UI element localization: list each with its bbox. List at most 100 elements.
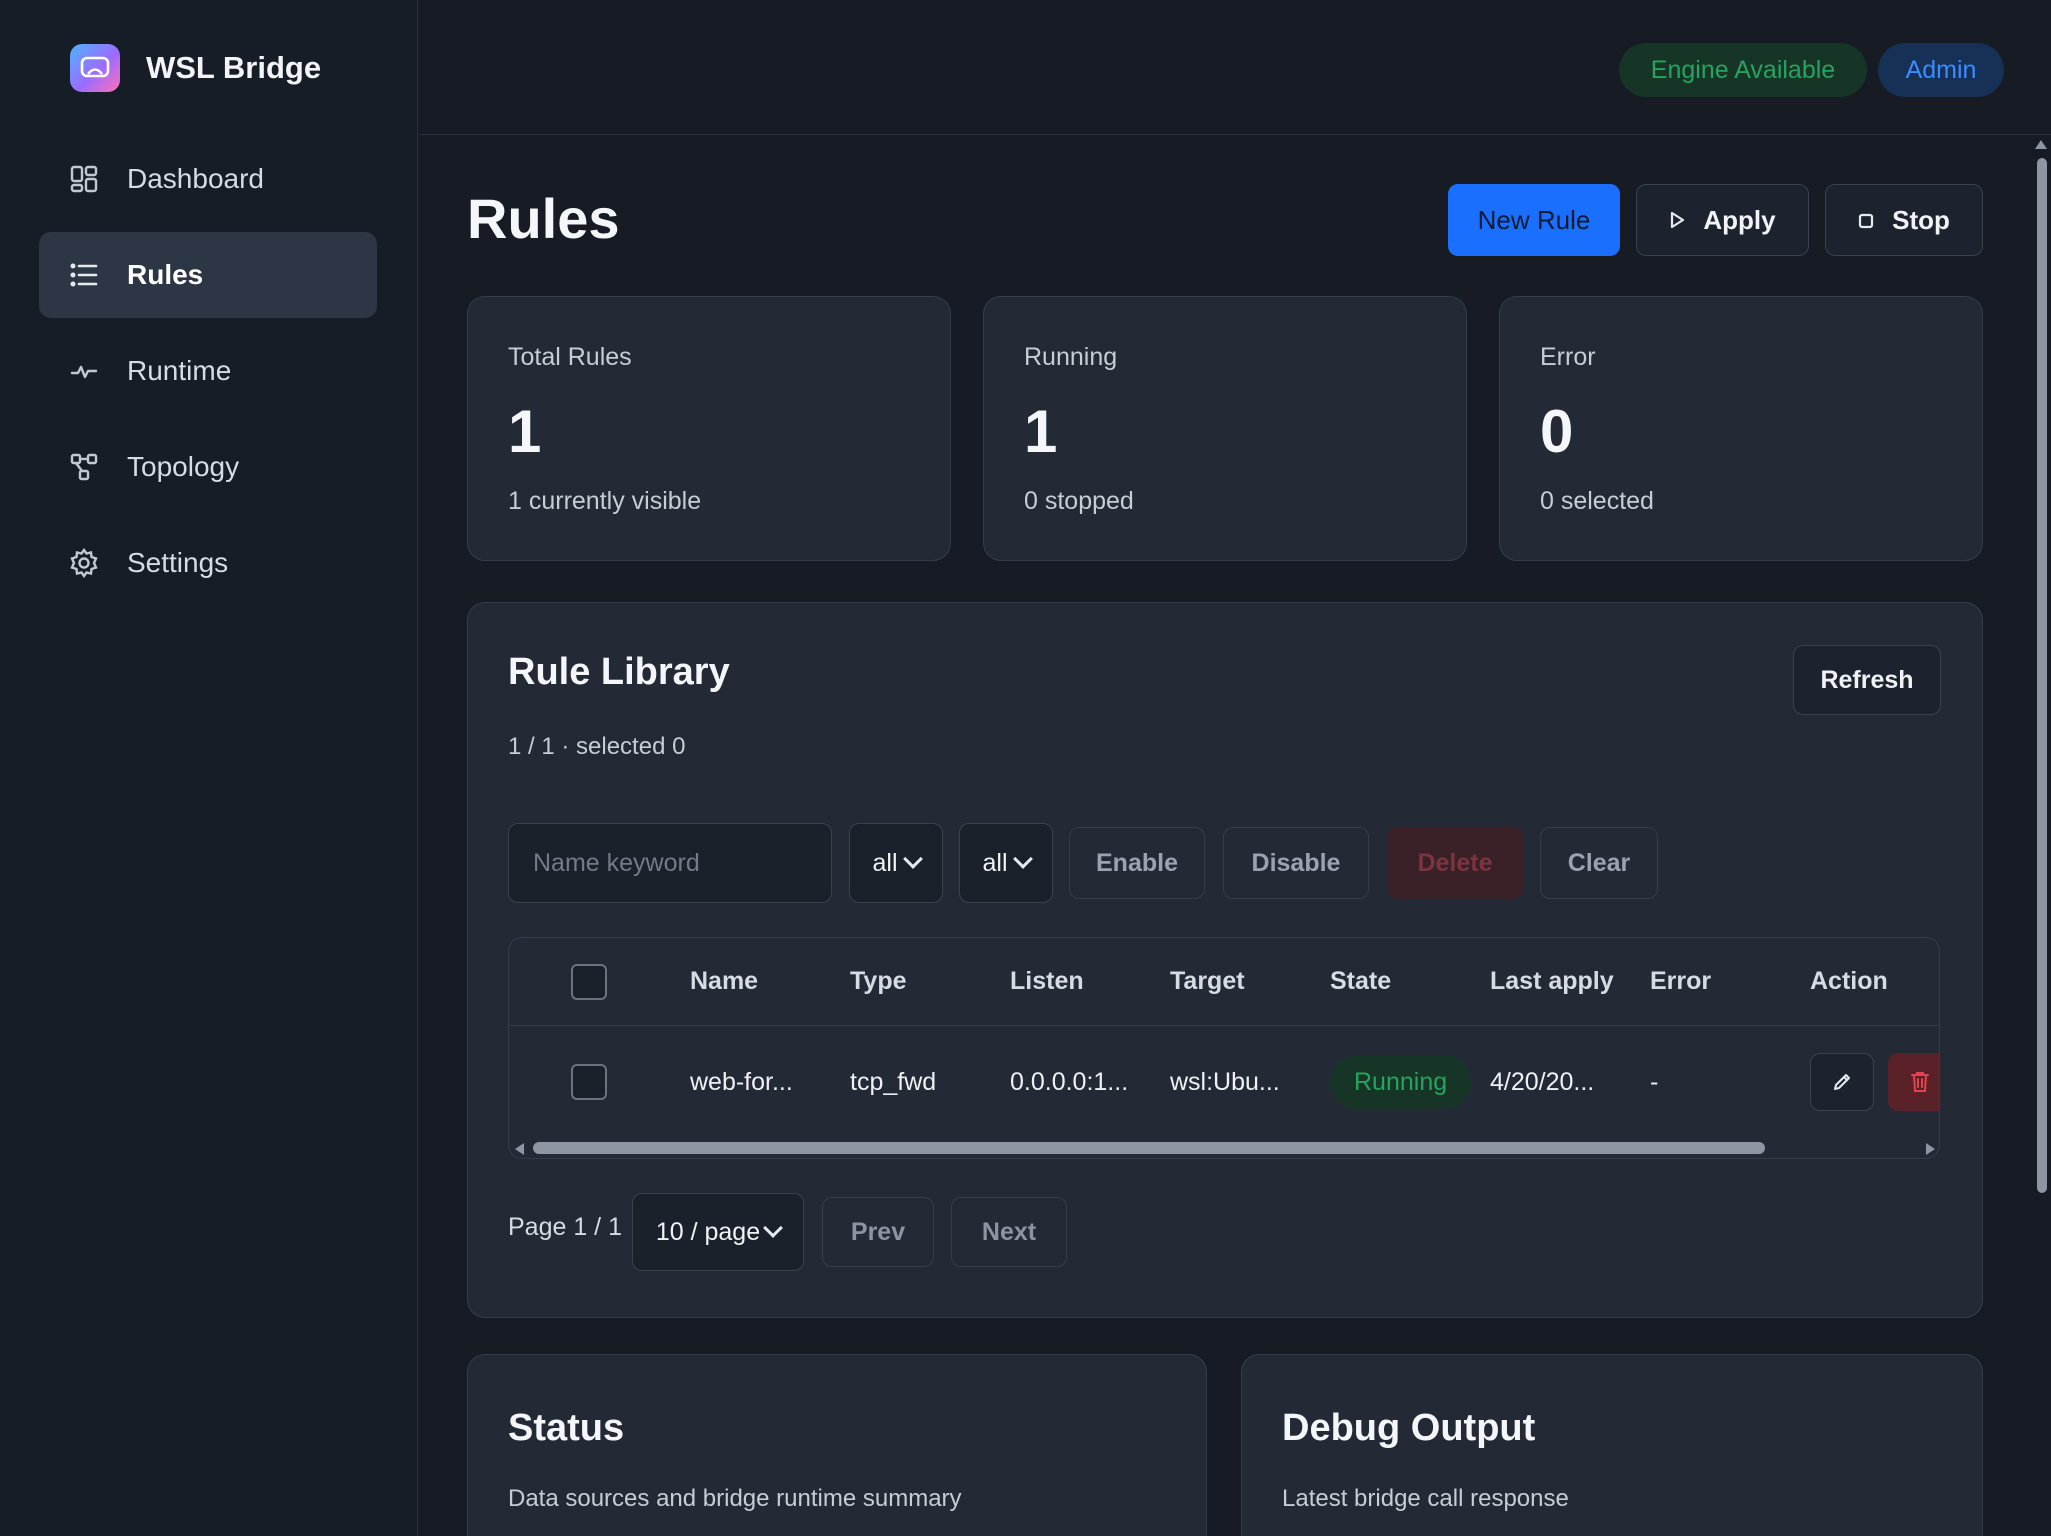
stat-subtext: 0 stopped (1024, 487, 1134, 515)
horizontal-scroll-thumb[interactable] (533, 1142, 1765, 1154)
stop-icon (1858, 205, 1874, 236)
chevron-down-icon (1012, 849, 1033, 869)
stat-subtext: 0 selected (1540, 487, 1654, 515)
selection-summary: 1 / 1 · selected 0 (508, 733, 686, 760)
sidebar-item-label: Settings (127, 547, 229, 578)
select-all-checkbox[interactable] (571, 963, 607, 1000)
stat-label: Error (1540, 343, 1596, 371)
sidebar-item-settings[interactable]: Settings (39, 520, 377, 606)
rule-library-title: Rule Library (508, 651, 730, 693)
scroll-left-arrow[interactable] (515, 1143, 524, 1155)
play-icon (1669, 205, 1685, 236)
scroll-right-arrow[interactable] (1926, 1143, 1935, 1155)
name-keyword-input[interactable] (508, 823, 832, 903)
column-header-target[interactable]: Target (1170, 938, 1245, 1025)
stat-card-total: Total Rules 1 1 currently visible (467, 296, 951, 561)
horizontal-scrollbar[interactable] (509, 1138, 1939, 1158)
column-header-error[interactable]: Error (1650, 938, 1711, 1025)
delete-rule-button[interactable] (1888, 1053, 1939, 1111)
stat-card-error: Error 0 0 selected (1499, 296, 1983, 561)
row-select-cell (571, 1026, 607, 1138)
pencil-icon (1834, 1074, 1850, 1090)
column-header-listen[interactable]: Listen (1010, 938, 1084, 1025)
column-header-action: Action (1810, 967, 1888, 995)
edit-rule-button[interactable] (1810, 1053, 1874, 1111)
new-rule-label: New Rule (1477, 204, 1591, 235)
chevron-down-icon (902, 849, 923, 869)
state-filter-value: all (982, 848, 1008, 877)
type-filter-value: all (872, 848, 898, 877)
cell-last-apply: 4/20/20... (1490, 1067, 1595, 1096)
state-filter-select[interactable]: all (959, 823, 1053, 903)
page-size-value: 10 / page (655, 1217, 761, 1246)
sidebar-item-label: Dashboard (127, 163, 264, 194)
sidebar-item-runtime[interactable]: Runtime (39, 328, 377, 414)
column-header-last-apply[interactable]: Last apply (1490, 938, 1614, 1025)
sidebar-item-label: Runtime (127, 355, 232, 386)
new-rule-button[interactable]: New Rule (1448, 184, 1620, 256)
select-all-cell (571, 938, 607, 1025)
cell-actions (1810, 1026, 1939, 1138)
table-header-row: Name Type Listen Target State Last apply… (509, 938, 1939, 1026)
column-header-state[interactable]: State (1330, 938, 1391, 1025)
debug-output-title: Debug Output (1282, 1407, 1536, 1449)
rules-table: Name Type Listen Target State Last apply… (508, 937, 1940, 1159)
stat-value: 1 (1024, 398, 1058, 465)
role-badge[interactable]: Admin (1878, 43, 2004, 97)
gear-icon (69, 548, 99, 578)
stat-card-running: Running 1 0 stopped (983, 296, 1467, 561)
stat-value: 1 (508, 398, 542, 465)
page-info: Page 1 / 1 (508, 1213, 622, 1241)
stop-button[interactable]: Stop (1825, 184, 1983, 256)
refresh-button[interactable]: Refresh (1793, 645, 1941, 715)
brand[interactable]: WSL Bridge (70, 44, 321, 92)
sidebar-item-rules[interactable]: Rules (39, 232, 377, 318)
dashboard-icon (69, 164, 99, 194)
next-page-button[interactable]: Next (951, 1197, 1067, 1267)
apply-button[interactable]: Apply (1636, 184, 1809, 256)
stat-value: 0 (1540, 398, 1574, 465)
debug-output-description: Latest bridge call response (1282, 1485, 1569, 1512)
delete-button[interactable]: Delete (1387, 827, 1523, 899)
row-checkbox[interactable] (571, 1064, 607, 1100)
type-filter-select[interactable]: all (849, 823, 943, 903)
pulse-icon (69, 356, 99, 386)
state-badge: Running (1330, 1055, 1472, 1109)
status-title: Status (508, 1407, 625, 1449)
sidebar-item-topology[interactable]: Topology (39, 424, 377, 510)
top-header: Engine Available Admin (419, 0, 2051, 135)
stat-subtext: 1 currently visible (508, 487, 702, 515)
app-title: WSL Bridge (146, 50, 322, 85)
table-row[interactable]: web-for... tcp_fwd 0.0.0.0:1... wsl:Ubu.… (509, 1026, 1939, 1138)
bridge-logo-icon (70, 44, 120, 92)
prev-page-button[interactable]: Prev (822, 1197, 934, 1267)
list-icon (69, 260, 99, 290)
status-panel: Status Data sources and bridge runtime s… (467, 1354, 1207, 1536)
debug-output-panel: Debug Output Latest bridge call response (1241, 1354, 1983, 1536)
scrollbar-up-arrow[interactable] (2035, 140, 2047, 149)
enable-button[interactable]: Enable (1069, 827, 1205, 899)
stop-label: Stop (1892, 204, 1950, 235)
sidebar-item-label: Topology (127, 451, 240, 482)
sidebar-item-dashboard[interactable]: Dashboard (39, 136, 377, 222)
apply-label: Apply (1703, 204, 1776, 235)
status-description: Data sources and bridge runtime summary (508, 1485, 962, 1512)
disable-button[interactable]: Disable (1223, 827, 1369, 899)
trash-icon (1911, 1072, 1929, 1092)
cell-error: - (1650, 1067, 1659, 1096)
engine-status-badge: Engine Available (1619, 43, 1867, 97)
column-header-type[interactable]: Type (850, 938, 907, 1025)
cell-target: wsl:Ubu... (1170, 1067, 1280, 1096)
stat-label: Total Rules (508, 343, 632, 371)
page-size-select[interactable]: 10 / page (632, 1193, 804, 1271)
vertical-scrollbar[interactable] (2037, 158, 2047, 1193)
sidebar-nav: Dashboard Rules Runtime Topology Setting… (39, 136, 377, 616)
main-content: Rules New Rule Apply Stop Total Rules 1 … (419, 136, 2031, 1536)
topology-icon (69, 452, 99, 482)
clear-button[interactable]: Clear (1540, 827, 1658, 899)
column-header-name[interactable]: Name (690, 938, 758, 1025)
chevron-down-icon (763, 1218, 784, 1238)
sidebar-item-label: Rules (127, 259, 204, 290)
page-title: Rules (467, 187, 620, 250)
cell-type: tcp_fwd (850, 1067, 937, 1096)
